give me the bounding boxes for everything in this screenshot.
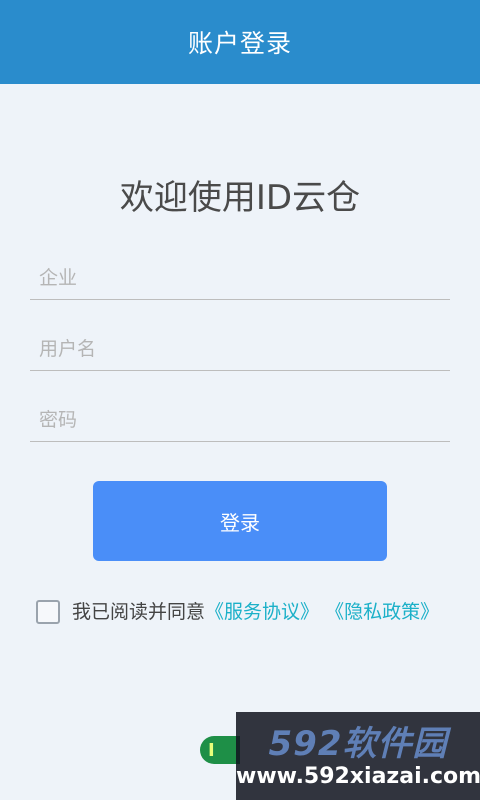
company-input[interactable] [30, 256, 450, 300]
agreement-checkbox[interactable] [36, 600, 60, 624]
watermark-banner: 592软件园 www.592xiazai.com [236, 712, 480, 800]
agreement-label: 我已阅读并同意 [72, 601, 206, 623]
agreement-text: 我已阅读并同意《服务协议》 《隐私政策》 [72, 598, 442, 627]
header-title: 账户登录 [187, 29, 292, 58]
login-button[interactable]: 登录 [93, 481, 387, 561]
privacy-policy-link[interactable]: 《隐私政策》 [325, 601, 439, 623]
password-input[interactable] [30, 398, 450, 442]
service-agreement-link[interactable]: 《服务协议》 [205, 601, 319, 623]
watermark-logo-icon: I [200, 736, 240, 764]
watermark-logo-glyph: I [208, 739, 215, 761]
username-input[interactable] [30, 327, 450, 371]
welcome-heading: 欢迎使用ID云仓 [119, 178, 361, 218]
watermark-url: www.592xiazai.com [236, 764, 480, 789]
app-header: 账户登录 [0, 0, 480, 84]
watermark-title: 592软件园 [268, 724, 448, 764]
